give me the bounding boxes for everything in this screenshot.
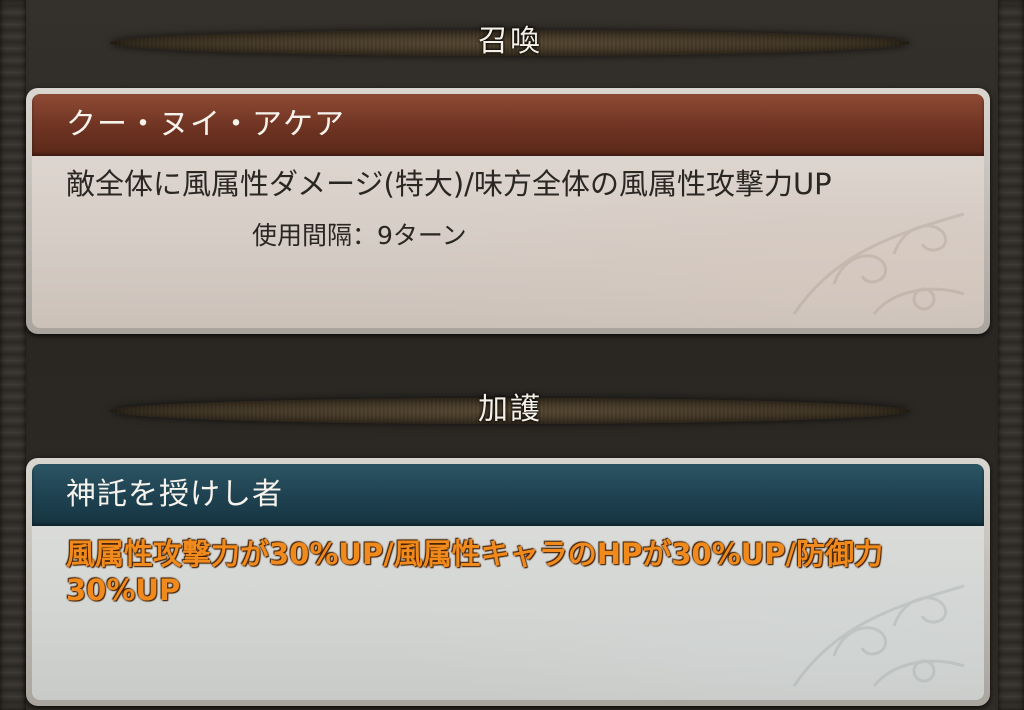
summon-section-header: 召喚: [110, 20, 910, 66]
summon-interval: 使用間隔：9ターン: [252, 221, 467, 250]
summon-section-title: 召喚: [478, 24, 542, 59]
aura-card: 神託を授けし者 風属性攻撃力が30%UP/風属性キャラのHPが30%UP/防御力…: [26, 458, 990, 706]
left-frame-border: [0, 0, 26, 710]
aura-description: 風属性攻撃力が30%UP/風属性キャラのHPが30%UP/防御力30%UP: [66, 537, 884, 607]
floral-ornament-icon: [792, 212, 965, 315]
aura-section-title: 加護: [478, 392, 542, 427]
aura-name: 神託を授けし者: [66, 477, 283, 512]
summon-card-body: クー・ヌイ・アケア 敵全体に風属性ダメージ(特大)/味方全体の風属性攻撃力UP …: [32, 94, 984, 328]
aura-section-header: 加護: [110, 388, 910, 434]
summon-detail-screen: 召喚 クー・ヌイ・アケア 敵全体に風属性ダメージ(特大)/味方全体の風属性攻撃力…: [0, 0, 1024, 710]
summon-card: クー・ヌイ・アケア 敵全体に風属性ダメージ(特大)/味方全体の風属性攻撃力UP …: [26, 88, 990, 334]
aura-name-bar: 神託を授けし者: [32, 464, 984, 526]
summon-name-bar: クー・ヌイ・アケア: [32, 94, 984, 156]
aura-card-body: 神託を授けし者 風属性攻撃力が30%UP/風属性キャラのHPが30%UP/防御力…: [32, 464, 984, 700]
right-frame-border: [998, 0, 1024, 710]
summon-name: クー・ヌイ・アケア: [66, 107, 345, 142]
summon-description: 敵全体に風属性ダメージ(特大)/味方全体の風属性攻撃力UP: [66, 167, 832, 201]
